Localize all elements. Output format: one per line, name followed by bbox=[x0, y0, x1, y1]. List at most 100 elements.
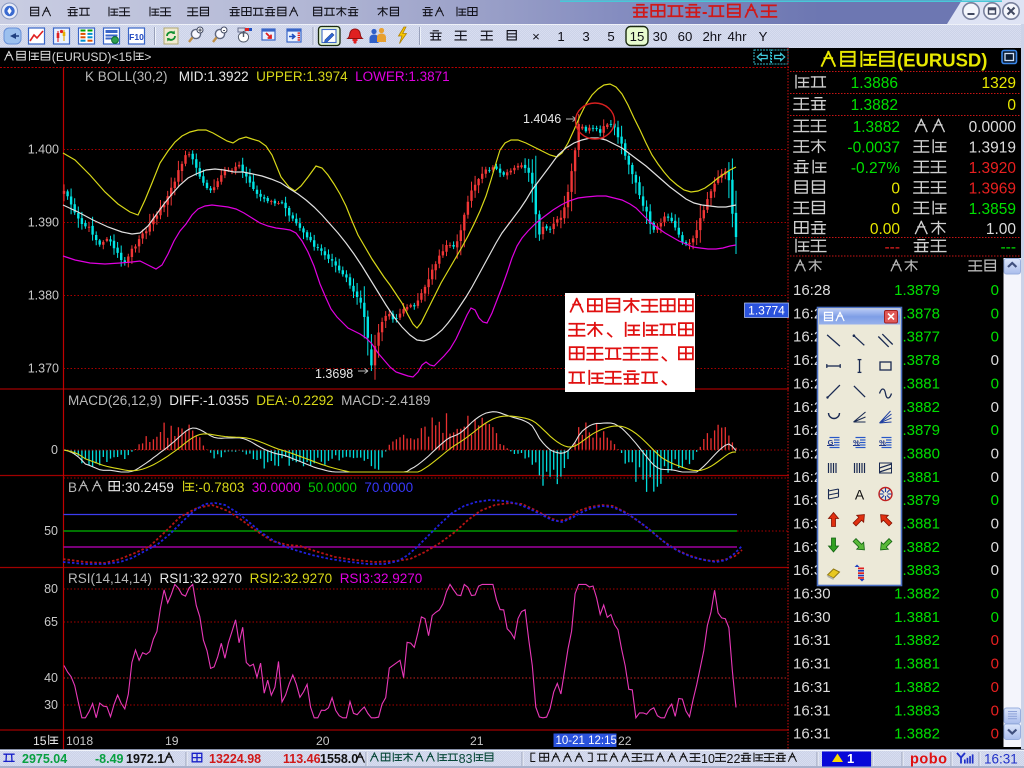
svg-text:113.46: 113.46 bbox=[283, 752, 321, 766]
svg-text:0: 0 bbox=[991, 702, 999, 719]
svg-text:1.400: 1.400 bbox=[28, 143, 59, 157]
svg-text:1.370: 1.370 bbox=[28, 362, 59, 376]
svg-text:16:28: 16:28 bbox=[793, 282, 831, 299]
svg-text:1.3859: 1.3859 bbox=[969, 201, 1016, 218]
svg-text:1: 1 bbox=[557, 29, 564, 44]
svg-text:-8.49: -8.49 bbox=[95, 752, 124, 766]
svg-text:1.380: 1.380 bbox=[28, 289, 59, 303]
svg-text:1.3882: 1.3882 bbox=[853, 119, 900, 136]
svg-text:RSI2:32.9270: RSI2:32.9270 bbox=[250, 571, 333, 586]
svg-text:0: 0 bbox=[991, 446, 999, 463]
svg-text:19: 19 bbox=[165, 734, 179, 748]
svg-text:RSI3:32.9270: RSI3:32.9270 bbox=[340, 571, 423, 586]
svg-text:0: 0 bbox=[991, 282, 999, 299]
svg-text:(EURUSD): (EURUSD) bbox=[897, 50, 987, 71]
svg-text:0.00: 0.00 bbox=[870, 221, 901, 238]
svg-text:20: 20 bbox=[316, 734, 330, 748]
svg-text:Y: Y bbox=[759, 29, 768, 44]
svg-text:65: 65 bbox=[44, 615, 58, 629]
svg-text:30.0000: 30.0000 bbox=[252, 480, 301, 495]
svg-text:(EURUSD)<15: (EURUSD)<15 bbox=[52, 50, 132, 64]
svg-text:16:31: 16:31 bbox=[793, 679, 831, 696]
svg-text:1.3881: 1.3881 bbox=[894, 656, 940, 673]
svg-text:2hr: 2hr bbox=[702, 29, 722, 44]
svg-text:22: 22 bbox=[727, 752, 741, 766]
svg-text:2975.04: 2975.04 bbox=[22, 752, 67, 766]
svg-text:5: 5 bbox=[607, 29, 614, 44]
svg-text:DIFF:-1.0355: DIFF:-1.0355 bbox=[169, 393, 249, 408]
svg-text:0: 0 bbox=[991, 539, 999, 556]
svg-text:0: 0 bbox=[991, 632, 999, 649]
svg-text:0: 0 bbox=[991, 656, 999, 673]
svg-text:F10: F10 bbox=[129, 32, 144, 42]
svg-text:40: 40 bbox=[44, 671, 58, 685]
svg-text:MACD(26,12,9): MACD(26,12,9) bbox=[68, 393, 162, 408]
svg-text:16:30: 16:30 bbox=[793, 609, 831, 626]
svg-text:0: 0 bbox=[991, 329, 999, 346]
svg-text:1.3882: 1.3882 bbox=[894, 726, 940, 743]
svg-text:10: 10 bbox=[701, 752, 715, 766]
svg-text:15: 15 bbox=[33, 734, 47, 748]
svg-text:4hr: 4hr bbox=[727, 29, 747, 44]
svg-text:0: 0 bbox=[991, 399, 999, 416]
svg-text:1.3882: 1.3882 bbox=[894, 586, 940, 603]
svg-text:1.3882: 1.3882 bbox=[894, 632, 940, 649]
svg-text:0: 0 bbox=[991, 726, 999, 743]
svg-text::-0.7803: :-0.7803 bbox=[195, 480, 245, 495]
svg-text:1.00: 1.00 bbox=[986, 221, 1017, 238]
svg-text:1.3881: 1.3881 bbox=[894, 609, 940, 626]
svg-text:1.390: 1.390 bbox=[28, 216, 59, 230]
svg-text:0: 0 bbox=[991, 516, 999, 533]
svg-text:0: 0 bbox=[991, 375, 999, 392]
svg-text:16:31: 16:31 bbox=[793, 726, 831, 743]
svg-text:1.3919: 1.3919 bbox=[969, 140, 1016, 157]
svg-text:50.0000: 50.0000 bbox=[308, 480, 357, 495]
svg-text:1.3882: 1.3882 bbox=[894, 679, 940, 696]
svg-text:0: 0 bbox=[991, 422, 999, 439]
svg-text:0: 0 bbox=[991, 492, 999, 509]
svg-text:0: 0 bbox=[991, 469, 999, 486]
svg-text:83: 83 bbox=[459, 752, 473, 766]
svg-text:80: 80 bbox=[44, 582, 58, 596]
svg-text:3: 3 bbox=[582, 29, 589, 44]
svg-text:RSI(14,14,14): RSI(14,14,14) bbox=[68, 571, 152, 586]
svg-text:1: 1 bbox=[847, 751, 854, 766]
svg-text:0: 0 bbox=[991, 305, 999, 322]
svg-text:16:31: 16:31 bbox=[793, 632, 831, 649]
svg-text:MACD:-2.4189: MACD:-2.4189 bbox=[341, 393, 430, 408]
svg-text:+: + bbox=[198, 28, 202, 35]
svg-text:UPPER:1.3974: UPPER:1.3974 bbox=[256, 69, 348, 84]
svg-text:21: 21 bbox=[470, 734, 484, 748]
svg-text:16:30: 16:30 bbox=[793, 586, 831, 603]
svg-text:A: A bbox=[855, 487, 865, 503]
svg-text:0: 0 bbox=[1007, 97, 1016, 114]
svg-text:30: 30 bbox=[44, 698, 58, 712]
svg-text:15: 15 bbox=[630, 29, 645, 44]
svg-text:DEA:-0.2292: DEA:-0.2292 bbox=[256, 393, 333, 408]
svg-text:0: 0 bbox=[991, 586, 999, 603]
svg-text:LOWER:1.3871: LOWER:1.3871 bbox=[355, 69, 450, 84]
svg-text:60: 60 bbox=[678, 29, 693, 44]
svg-text::30.2459: :30.2459 bbox=[121, 480, 174, 495]
svg-text:1.3920: 1.3920 bbox=[969, 160, 1017, 177]
svg-text:---: --- bbox=[1001, 239, 1017, 256]
svg-text:1.3879: 1.3879 bbox=[894, 282, 940, 299]
svg-text:0: 0 bbox=[891, 181, 900, 198]
svg-text:0: 0 bbox=[991, 679, 999, 696]
svg-text:0: 0 bbox=[51, 443, 58, 457]
svg-text:-: - bbox=[702, 4, 708, 22]
svg-text:22: 22 bbox=[618, 734, 632, 748]
svg-text:MID:1.3922: MID:1.3922 bbox=[179, 69, 249, 84]
svg-text:13224.98: 13224.98 bbox=[209, 752, 261, 766]
svg-text:30: 30 bbox=[653, 29, 668, 44]
svg-text:70.0000: 70.0000 bbox=[364, 480, 413, 495]
svg-text:B: B bbox=[68, 480, 77, 495]
svg-text:pobo: pobo bbox=[910, 752, 947, 768]
svg-text:0.0000: 0.0000 bbox=[969, 119, 1017, 136]
svg-text:1.3698: 1.3698 bbox=[315, 367, 353, 381]
svg-text:10-21 12:15: 10-21 12:15 bbox=[556, 735, 617, 747]
svg-text:1.3882: 1.3882 bbox=[851, 97, 898, 114]
svg-text:1.3883: 1.3883 bbox=[894, 702, 940, 719]
svg-text:1.3969: 1.3969 bbox=[969, 181, 1016, 198]
svg-text:RSI1:32.9270: RSI1:32.9270 bbox=[160, 571, 243, 586]
